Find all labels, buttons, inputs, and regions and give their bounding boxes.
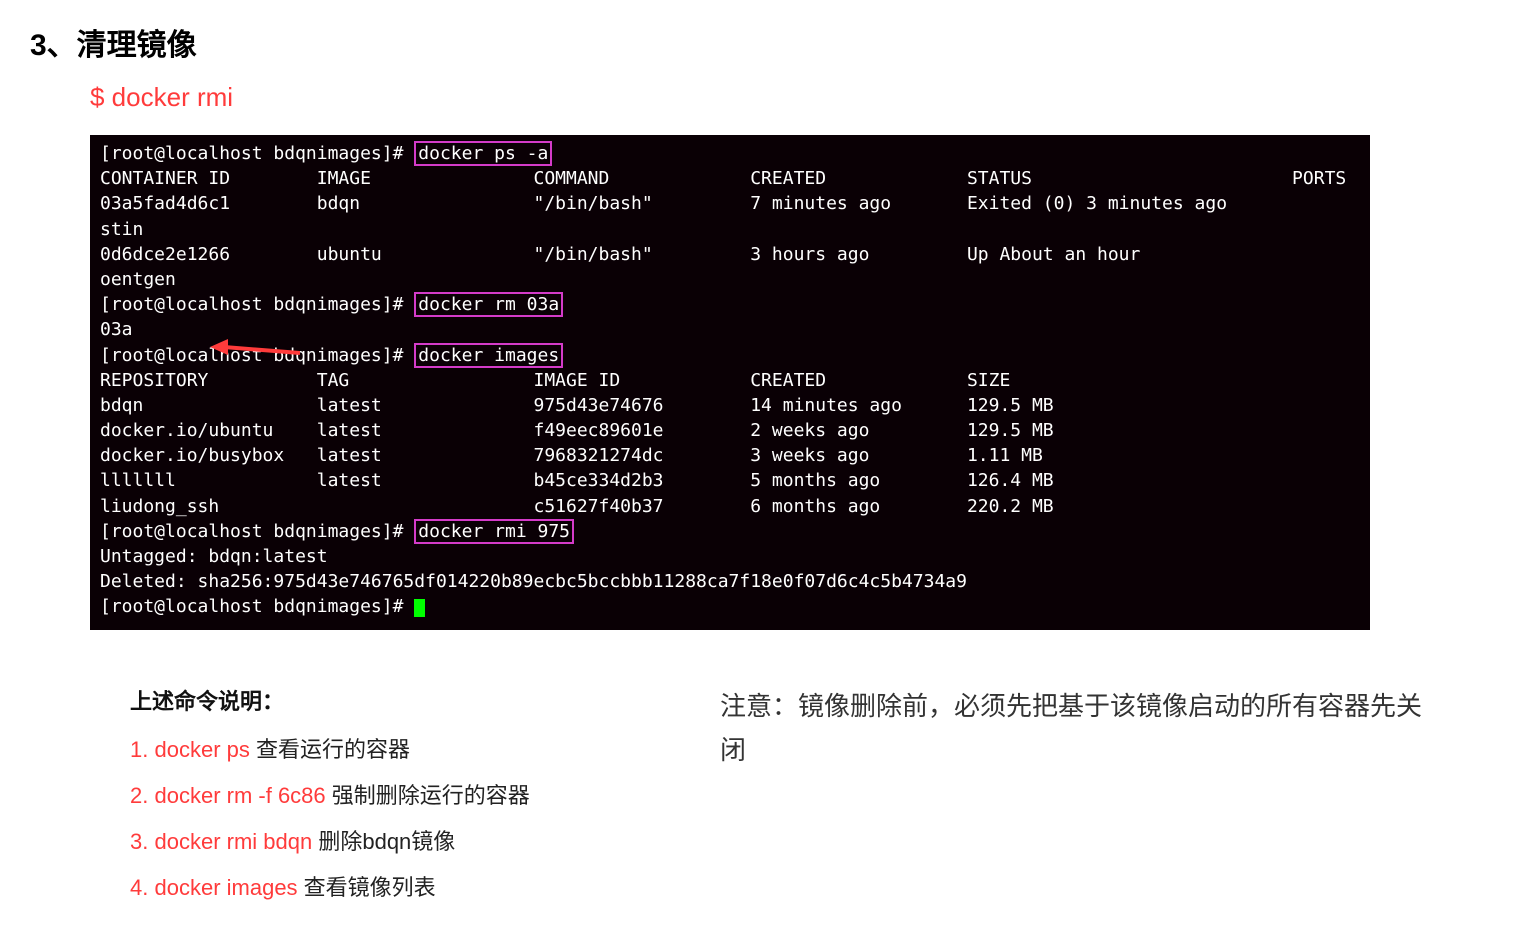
images-row: docker.io/ubuntu latest f49eec89601e 2 w… xyxy=(100,420,1054,441)
list-item: 2. docker rm -f 6c86 强制删除运行的容器 xyxy=(130,778,630,810)
images-row: docker.io/busybox latest 7968321274dc 3 … xyxy=(100,445,1043,466)
rm-output: 03a xyxy=(100,319,133,340)
prompt: [root@localhost bdqnimages]# xyxy=(100,596,414,617)
command-explanation: 上述命令说明： 1. docker ps 查看运行的容器 2. docker r… xyxy=(130,684,630,916)
note-section: 注意：镜像删除前，必须先把基于该镜像启动的所有容器先关闭 xyxy=(720,684,1440,916)
list-item: 3. docker rmi bdqn 删除bdqn镜像 xyxy=(130,824,630,856)
item-command: docker images xyxy=(154,875,297,900)
item-number: 1. xyxy=(130,737,148,762)
images-header: REPOSITORY TAG IMAGE ID CREATED SIZE xyxy=(100,370,1010,391)
images-row: bdqn latest 975d43e74676 14 minutes ago … xyxy=(100,395,1054,416)
section-heading: 3、清理镜像 xyxy=(30,20,1497,64)
command-title: $ docker rmi xyxy=(90,82,1497,113)
item-desc: 查看镜像列表 xyxy=(298,875,436,900)
item-number: 2. xyxy=(130,783,148,808)
item-command: docker rm -f 6c86 xyxy=(154,783,325,808)
images-row: lllllll latest b45ce334d2b3 5 months ago… xyxy=(100,470,1054,491)
item-number: 4. xyxy=(130,875,148,900)
list-item: 1. docker ps 查看运行的容器 xyxy=(130,732,630,764)
highlighted-command: docker rmi 975 xyxy=(414,519,574,544)
explanation-section: 上述命令说明： 1. docker ps 查看运行的容器 2. docker r… xyxy=(30,684,1497,916)
ps-row: oentgen xyxy=(100,269,176,290)
highlighted-command: docker rm 03a xyxy=(414,292,563,317)
list-item: 4. docker images 查看镜像列表 xyxy=(130,870,630,902)
prompt: [root@localhost bdqnimages]# xyxy=(100,345,414,366)
item-desc: 强制删除运行的容器 xyxy=(326,783,530,808)
ps-row: stin xyxy=(100,219,143,240)
images-row: liudong_ssh c51627f40b37 6 months ago 22… xyxy=(100,496,1054,517)
explain-list: 1. docker ps 查看运行的容器 2. docker rm -f 6c8… xyxy=(130,732,630,902)
item-desc: 查看运行的容器 xyxy=(250,737,410,762)
prompt: [root@localhost bdqnimages]# xyxy=(100,294,414,315)
highlighted-command: docker ps -a xyxy=(414,141,552,166)
cursor-icon xyxy=(414,599,425,617)
terminal-output: [root@localhost bdqnimages]# docker ps -… xyxy=(90,135,1370,630)
prompt: [root@localhost bdqnimages]# xyxy=(100,143,414,164)
rmi-output: Untagged: bdqn:latest xyxy=(100,546,328,567)
ps-row: 03a5fad4d6c1 bdqn "/bin/bash" 7 minutes … xyxy=(100,193,1227,214)
ps-row: 0d6dce2e1266 ubuntu "/bin/bash" 3 hours … xyxy=(100,244,1140,265)
note-text: 注意：镜像删除前，必须先把基于该镜像启动的所有容器先关闭 xyxy=(720,684,1440,772)
prompt: [root@localhost bdqnimages]# xyxy=(100,521,414,542)
item-command: docker ps xyxy=(154,737,249,762)
highlighted-command: docker images xyxy=(414,343,563,368)
ps-header: CONTAINER ID IMAGE COMMAND CREATED STATU… xyxy=(100,168,1346,189)
explain-title: 上述命令说明： xyxy=(130,684,630,716)
rmi-output: Deleted: sha256:975d43e746765df014220b89… xyxy=(100,571,967,592)
